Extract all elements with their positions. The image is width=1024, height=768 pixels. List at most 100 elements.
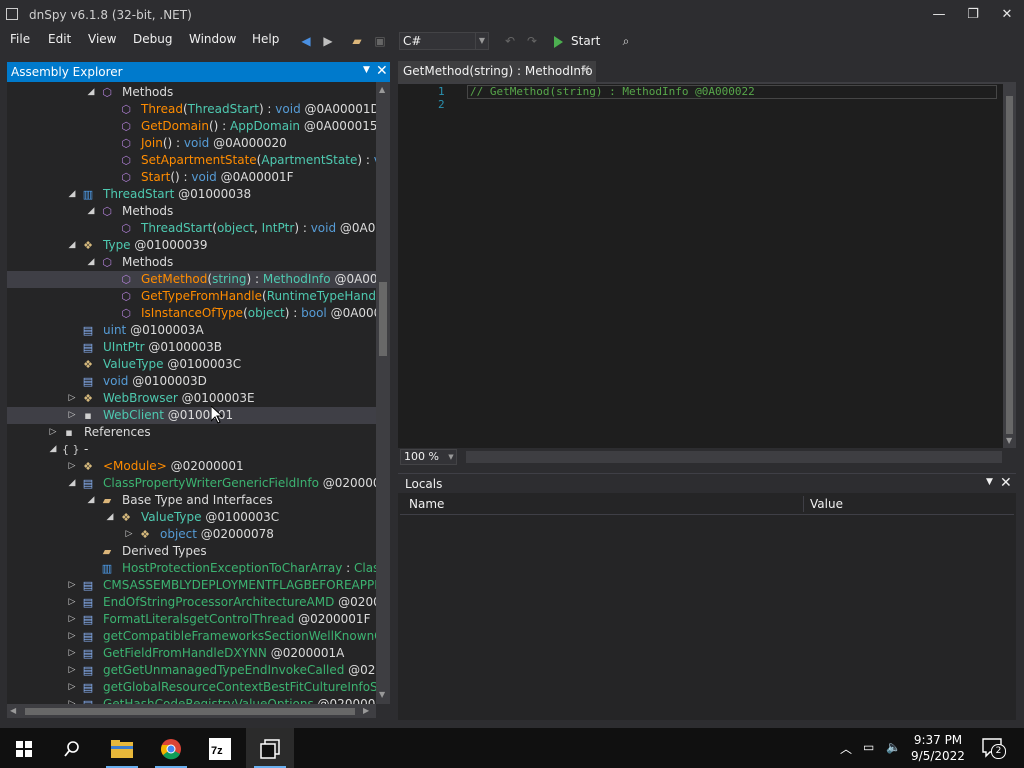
tree-node[interactable]: ▷ ▪ WebClient @0100001	[7, 407, 376, 424]
collapse-arrow-icon[interactable]: ◢	[86, 203, 96, 220]
tree-node[interactable]: ◢ ❖ Type @01000039	[7, 237, 376, 254]
tree-node[interactable]: ⬡ GetTypeFromHandle(RuntimeTypeHandle) :	[7, 288, 376, 305]
tree-node[interactable]: ⬡ Start() : void @0A00001F	[7, 169, 376, 186]
code-editor[interactable]: 1 2 // GetMethod(string) : MethodInfo @0…	[398, 82, 1016, 450]
expand-arrow-icon[interactable]: ▷	[67, 407, 77, 424]
language-select[interactable]: C# ▼	[399, 32, 489, 50]
expand-arrow-icon[interactable]: ▷	[124, 526, 134, 543]
menu-window[interactable]: Window	[189, 32, 236, 46]
tree-node[interactable]: ▥ HostProtectionExceptionToCharArray : Cl…	[7, 560, 376, 577]
minimize-button[interactable]: —	[922, 0, 956, 30]
back-icon[interactable]: ◀	[298, 33, 314, 49]
start-button[interactable]: Start	[554, 32, 600, 50]
column-name[interactable]: Name	[409, 497, 444, 511]
menu-view[interactable]: View	[88, 32, 116, 46]
collapse-arrow-icon[interactable]: ◢	[48, 441, 58, 458]
tree-node[interactable]: ❖ ValueType @0100003C	[7, 356, 376, 373]
expand-arrow-icon[interactable]: ▷	[67, 679, 77, 696]
tree-node[interactable]: ⬡ GetMethod(string) : MethodInfo @0A00002…	[7, 271, 376, 288]
redo-icon[interactable]: ↷	[524, 33, 540, 49]
column-value[interactable]: Value	[810, 497, 843, 511]
windows-start-icon[interactable]	[0, 728, 48, 768]
tree-node[interactable]: ▷ ❖ WebBrowser @0100003E	[7, 390, 376, 407]
tree-node[interactable]: ▰ Derived Types	[7, 543, 376, 560]
scroll-thumb[interactable]	[25, 708, 355, 715]
search-icon[interactable]	[48, 728, 96, 768]
tree-node[interactable]: ⬡ IsInstanceOfType(object) : bool @0A0000…	[7, 305, 376, 322]
expand-arrow-icon[interactable]: ▷	[67, 662, 77, 679]
expand-arrow-icon[interactable]: ▷	[67, 645, 77, 662]
tree-node[interactable]: ▷▤GetHashCodeRegistryValueOptions @02000…	[7, 696, 376, 704]
tree-node[interactable]: ⬡ ThreadStart(object, IntPtr) : void @0A0…	[7, 220, 376, 237]
tree-node[interactable]: ⬡ GetDomain() : AppDomain @0A000015	[7, 118, 376, 135]
column-divider[interactable]	[803, 496, 804, 512]
zoom-select[interactable]: 100 % ▼	[400, 449, 457, 465]
menu-help[interactable]: Help	[252, 32, 279, 46]
tree-node[interactable]: ⬡ Thread(ThreadStart) : void @0A00001D	[7, 101, 376, 118]
tree-node[interactable]: ◢ { } -	[7, 441, 376, 458]
collapse-arrow-icon[interactable]: ◢	[86, 254, 96, 271]
tree-node[interactable]: ⬡ SetApartmentState(ApartmentState) : voi…	[7, 152, 376, 169]
file-explorer-icon[interactable]	[98, 728, 146, 768]
tree-node[interactable]: ◢ ▰ Base Type and Interfaces	[7, 492, 376, 509]
collapse-arrow-icon[interactable]: ◢	[86, 84, 96, 101]
restore-button[interactable]: ❐	[956, 0, 990, 30]
tree-node[interactable]: ▷ ▤ EndOfStringProcessorArchitectureAMD @0…	[7, 594, 376, 611]
tree-node[interactable]: ⬡ Join() : void @0A000020	[7, 135, 376, 152]
show-hidden-icons-icon[interactable]: ︿	[840, 740, 852, 757]
collapse-arrow-icon[interactable]: ◢	[67, 237, 77, 254]
scroll-down-icon[interactable]: ▼	[379, 690, 385, 699]
tree-node[interactable]: ▤ void @0100003D	[7, 373, 376, 390]
save-icon[interactable]: ▣	[372, 33, 388, 49]
volume-icon[interactable]: 🔈	[886, 740, 901, 754]
scroll-down-icon[interactable]: ▼	[1006, 436, 1012, 445]
code-line[interactable]: // GetMethod(string) : MethodInfo @0A000…	[470, 85, 755, 98]
dnspy-taskbar-icon[interactable]	[246, 728, 294, 768]
scroll-up-icon[interactable]: ▲	[379, 85, 385, 94]
close-icon[interactable]: ✕	[580, 63, 591, 78]
chevron-down-icon[interactable]: ▼	[363, 65, 370, 75]
chrome-icon[interactable]	[147, 728, 195, 768]
tree-node[interactable]: ◢ ❖ ValueType @0100003C	[7, 509, 376, 526]
tree-node[interactable]: ▤ uint @0100003A	[7, 322, 376, 339]
menu-debug[interactable]: Debug	[133, 32, 172, 46]
tree-node[interactable]: ◢ ▥ ThreadStart @01000038	[7, 186, 376, 203]
tree-node[interactable]: ▷ ▤ GetFieldFromHandleDXYNN @0200001A	[7, 645, 376, 662]
tree-node[interactable]: ◢ ⬡ Methods	[7, 254, 376, 271]
tree-node[interactable]: ▷ ▤ getGetUnmanagedTypeEndInvokeCalled @02…	[7, 662, 376, 679]
tree-node[interactable]: ▷ ▤ getCompatibleFrameworksSectionWellKnow…	[7, 628, 376, 645]
close-icon[interactable]: ✕	[1000, 475, 1012, 491]
close-button[interactable]: ✕	[990, 0, 1024, 30]
collapse-arrow-icon[interactable]: ◢	[67, 186, 77, 203]
tree-node[interactable]: ▷ ▪ References	[7, 424, 376, 441]
tree-node[interactable]: ▷ ❖ <Module> @02000001	[7, 458, 376, 475]
tree-node[interactable]: ▷ ▤ CMSASSEMBLYDEPLOYMENTFLAGBEFOREAPPLICA	[7, 577, 376, 594]
tree-node[interactable]: ▷ ❖ object @02000078	[7, 526, 376, 543]
expand-arrow-icon[interactable]: ▷	[67, 696, 77, 704]
tree-node[interactable]: ◢ ⬡ Methods	[7, 84, 376, 101]
menu-edit[interactable]: Edit	[48, 32, 71, 46]
expand-arrow-icon[interactable]: ▷	[48, 424, 58, 441]
scroll-left-icon[interactable]: ◀	[10, 706, 16, 715]
tree-node[interactable]: ◢ ▤ ClassPropertyWriterGenericFieldInfo @0…	[7, 475, 376, 492]
expand-arrow-icon[interactable]: ▷	[67, 458, 77, 475]
scroll-right-icon[interactable]: ▶	[363, 706, 369, 715]
tree-node[interactable]: ▤ UIntPtr @0100003B	[7, 339, 376, 356]
undo-icon[interactable]: ↶	[502, 33, 518, 49]
collapse-arrow-icon[interactable]: ◢	[105, 509, 115, 526]
tree-node[interactable]: ▷ ▤ FormatLiteralsgetControlThread @020000…	[7, 611, 376, 628]
expand-arrow-icon[interactable]: ▷	[67, 594, 77, 611]
tree-node[interactable]: ◢ ⬡ Methods	[7, 203, 376, 220]
search-icon[interactable]: ⌕	[618, 33, 634, 49]
expand-arrow-icon[interactable]: ▷	[67, 577, 77, 594]
scroll-thumb[interactable]	[379, 282, 387, 356]
assembly-tree[interactable]: ◢ ⬡ Methods ⬡ Thread(ThreadStart) : void @0A…	[7, 82, 376, 704]
collapse-arrow-icon[interactable]: ◢	[86, 492, 96, 509]
7zip-icon[interactable]: 7z	[196, 728, 244, 768]
system-clock[interactable]: 9:37 PM 9/5/2022	[905, 732, 971, 764]
chevron-down-icon[interactable]: ▼	[986, 477, 993, 487]
expand-arrow-icon[interactable]: ▷	[67, 611, 77, 628]
expand-arrow-icon[interactable]: ▷	[67, 628, 77, 645]
network-icon[interactable]: ▭	[863, 740, 874, 754]
expand-arrow-icon[interactable]: ▷	[67, 390, 77, 407]
